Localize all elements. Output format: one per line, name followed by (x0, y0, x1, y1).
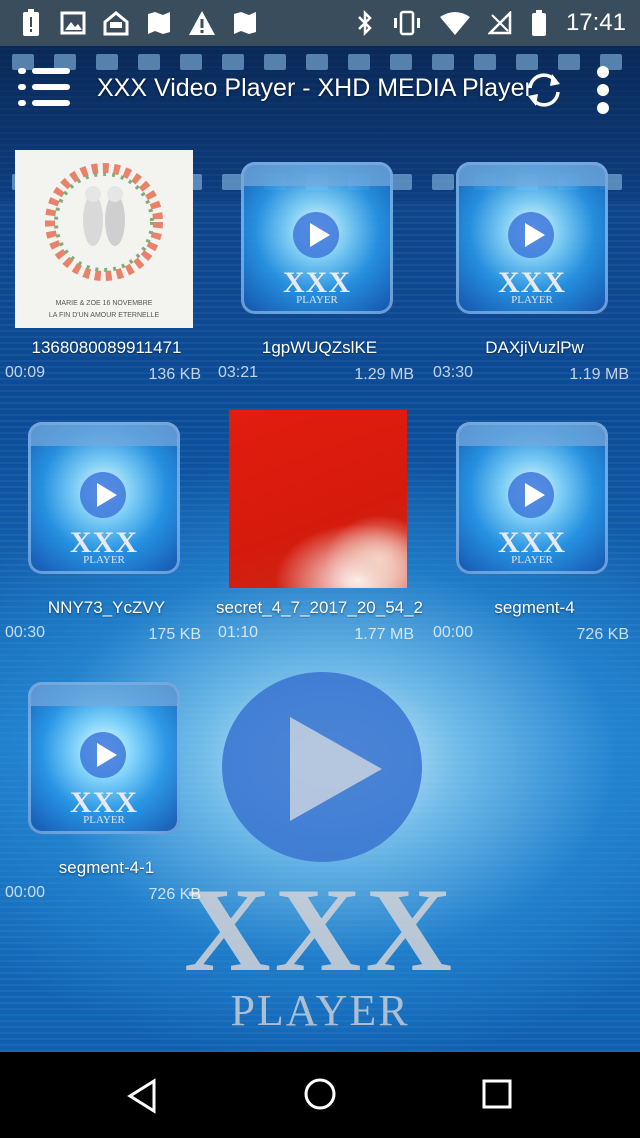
video-thumbnail[interactable]: XXX PLAYER (456, 422, 608, 574)
video-item[interactable]: XXX PLAYER segment-4 00:00 726 KB (428, 410, 640, 670)
play-icon (293, 212, 339, 258)
video-duration: 00:00 (5, 884, 46, 901)
battery-alert-icon (23, 9, 39, 36)
video-item[interactable]: XXX PLAYER NNY73_YcZVY 00:30 175 KB (0, 410, 213, 670)
video-title: 1gpWUQZslKE (261, 338, 378, 357)
video-duration: 03:21 (218, 364, 259, 381)
video-thumbnail[interactable] (229, 410, 407, 588)
thumb-logo-sub: PLAYER (511, 294, 553, 306)
video-duration: 03:30 (433, 364, 474, 381)
film-strip (28, 422, 180, 446)
film-strip (456, 422, 608, 446)
film-strip (241, 162, 393, 186)
no-signal-icon (487, 11, 512, 35)
play-icon (508, 212, 554, 258)
video-item[interactable]: XXX PLAYER 1gpWUQZslKE 03:21 1.29 MB (213, 150, 426, 410)
video-item[interactable]: XXX PLAYER segment-4-1 00:00 726 KB (0, 670, 213, 930)
play-icon (508, 472, 554, 518)
video-thumbnail[interactable]: XXX PLAYER (456, 162, 608, 314)
video-size: 175 KB (148, 626, 201, 643)
warning-icon (189, 11, 215, 35)
hamburger-icon[interactable] (18, 68, 70, 110)
clock: 17:41 (565, 9, 626, 36)
film-strip (28, 682, 180, 706)
bluetooth-icon (358, 10, 372, 36)
video-item[interactable]: secret_4_7_2017_20_54_2 01:10 1.77 MB (213, 410, 426, 670)
video-size: 136 KB (148, 366, 201, 383)
video-title: NNY73_YcZVY (47, 598, 166, 617)
refresh-icon[interactable] (522, 68, 566, 112)
background-logo-subtext: PLAYER (230, 986, 410, 1035)
video-item[interactable]: MARIE & ZOE 16 NOVEMBRE LA FIN D'UN AMOUR… (0, 150, 213, 410)
video-duration: 00:30 (5, 624, 46, 641)
inbox-icon (103, 11, 129, 36)
thumb-logo-sub: PLAYER (83, 814, 125, 826)
video-title: 1368080089911471 (31, 338, 182, 357)
play-icon (80, 472, 126, 518)
thumb-caption: MARIE & ZOE 16 NOVEMBRE (55, 300, 153, 307)
video-title: DAXjiVuzlPw (485, 338, 584, 357)
video-item[interactable]: XXX PLAYER DAXjiVuzlPw 03:30 1.19 MB (428, 150, 640, 410)
wifi-icon (439, 12, 470, 35)
thumb-caption: LA FIN D'UN AMOUR ETERNELLE (48, 312, 160, 319)
image-icon (60, 11, 86, 35)
video-size: 726 KB (576, 626, 629, 643)
video-duration: 00:09 (5, 364, 46, 381)
video-size: 726 KB (148, 886, 201, 903)
video-title: secret_4_7_2017_20_54_2 (215, 598, 424, 617)
video-thumbnail[interactable]: XXX PLAYER (28, 422, 180, 574)
app-title: XXX Video Player - XHD MEDIA Player (97, 74, 533, 102)
play-icon (80, 732, 126, 778)
video-thumbnail[interactable]: MARIE & ZOE 16 NOVEMBRE LA FIN D'UN AMOUR… (15, 150, 193, 328)
video-title: segment-4 (494, 598, 575, 617)
thumb-logo-sub: PLAYER (511, 554, 553, 566)
map-icon (148, 12, 170, 34)
thumb-logo-sub: PLAYER (83, 554, 125, 566)
map-icon (234, 12, 256, 34)
vibrate-icon (393, 10, 420, 36)
video-duration: 00:00 (433, 624, 474, 641)
film-strip (456, 162, 608, 186)
video-size: 1.77 MB (354, 626, 414, 643)
video-thumbnail[interactable]: XXX PLAYER (241, 162, 393, 314)
more-vert-icon[interactable] (588, 66, 618, 114)
video-size: 1.29 MB (354, 366, 414, 383)
video-thumbnail[interactable]: XXX PLAYER (28, 682, 180, 834)
video-size: 1.19 MB (569, 366, 629, 383)
status-bar: 17:41 (0, 0, 640, 46)
thumb-logo-sub: PLAYER (296, 294, 338, 306)
battery-icon (531, 10, 546, 36)
background-play-logo (222, 672, 422, 862)
navigation-bar (0, 1052, 640, 1138)
video-duration: 01:10 (218, 624, 259, 641)
video-title: segment-4-1 (58, 858, 155, 877)
home-icon[interactable] (302, 1076, 338, 1112)
recents-icon[interactable] (481, 1078, 513, 1110)
app-toolbar: XXX Video Player - XHD MEDIA Player (0, 46, 640, 134)
back-icon[interactable] (126, 1078, 158, 1114)
